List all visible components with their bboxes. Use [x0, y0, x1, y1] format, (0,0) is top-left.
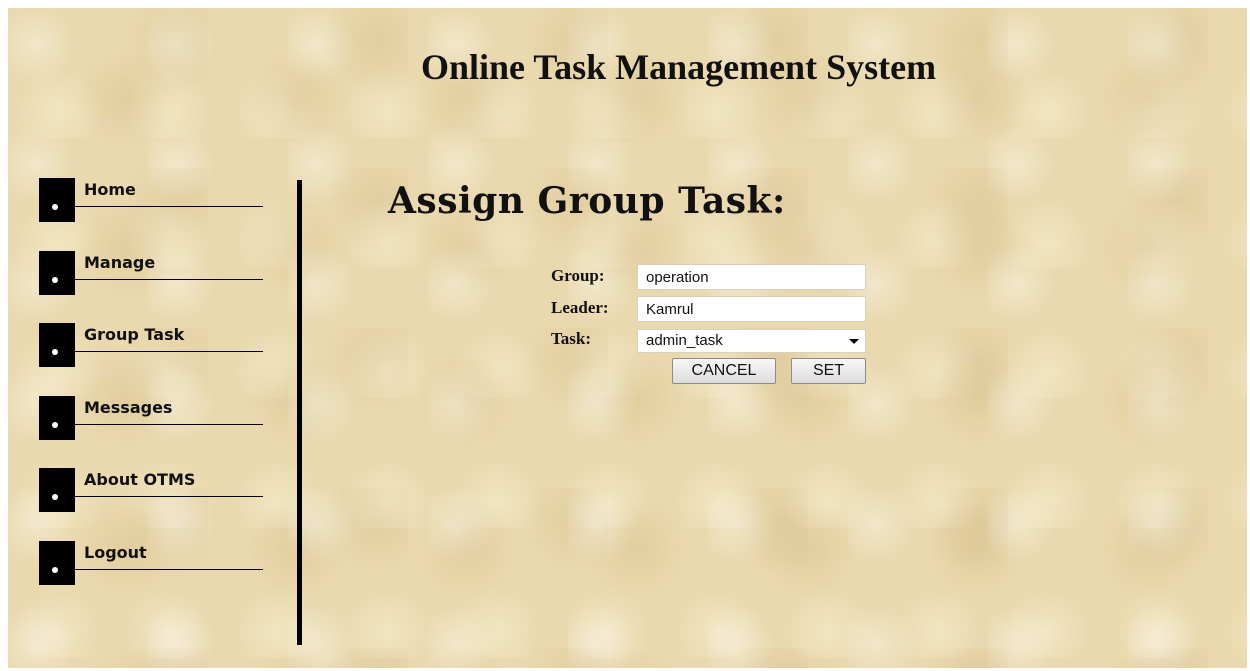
- leader-label: Leader:: [551, 298, 609, 317]
- sidebar-item-label[interactable]: Messages: [84, 398, 172, 417]
- group-field[interactable]: [637, 264, 866, 290]
- nav-bullet-icon: [39, 468, 75, 512]
- nav-bullet-icon: [39, 541, 75, 585]
- nav-bullet-icon: [39, 396, 75, 440]
- nav-bullet-icon: [39, 251, 75, 295]
- sidebar-item-home[interactable]: Home: [39, 178, 263, 222]
- task-select[interactable]: admin_task: [637, 329, 866, 353]
- nav-underline: [75, 351, 263, 352]
- set-button[interactable]: SET: [791, 358, 866, 384]
- sidebar-item-label[interactable]: Group Task: [84, 325, 184, 344]
- nav-bullet-icon: [39, 323, 75, 367]
- sidebar-item-label[interactable]: Logout: [84, 543, 147, 562]
- group-label: Group:: [551, 266, 605, 285]
- sidebar-item-manage[interactable]: Manage: [39, 251, 263, 295]
- sidebar-item-label[interactable]: Manage: [84, 253, 155, 272]
- cancel-button[interactable]: CANCEL: [672, 358, 776, 384]
- leader-field[interactable]: [637, 296, 866, 322]
- task-select-value: admin_task: [646, 332, 723, 349]
- task-label: Task:: [551, 329, 592, 348]
- nav-underline: [75, 569, 263, 570]
- nav-bullet-icon: [39, 178, 75, 222]
- page-background: Online Task Management System Home Manag…: [8, 8, 1247, 668]
- vertical-divider: [297, 180, 302, 645]
- nav-underline: [75, 206, 263, 207]
- sidebar-item-logout[interactable]: Logout: [39, 541, 263, 585]
- page-title: Assign Group Task:: [388, 180, 786, 222]
- sidebar-item-messages[interactable]: Messages: [39, 396, 263, 440]
- sidebar-item-about-otms[interactable]: About OTMS: [39, 468, 263, 512]
- chevron-down-icon: [849, 339, 859, 344]
- sidebar-item-group-task[interactable]: Group Task: [39, 323, 263, 367]
- sidebar-item-label[interactable]: About OTMS: [84, 470, 195, 489]
- site-title: Online Task Management System: [421, 47, 937, 87]
- nav-underline: [75, 496, 263, 497]
- nav-underline: [75, 424, 263, 425]
- sidebar-item-label[interactable]: Home: [84, 180, 136, 199]
- nav-underline: [75, 279, 263, 280]
